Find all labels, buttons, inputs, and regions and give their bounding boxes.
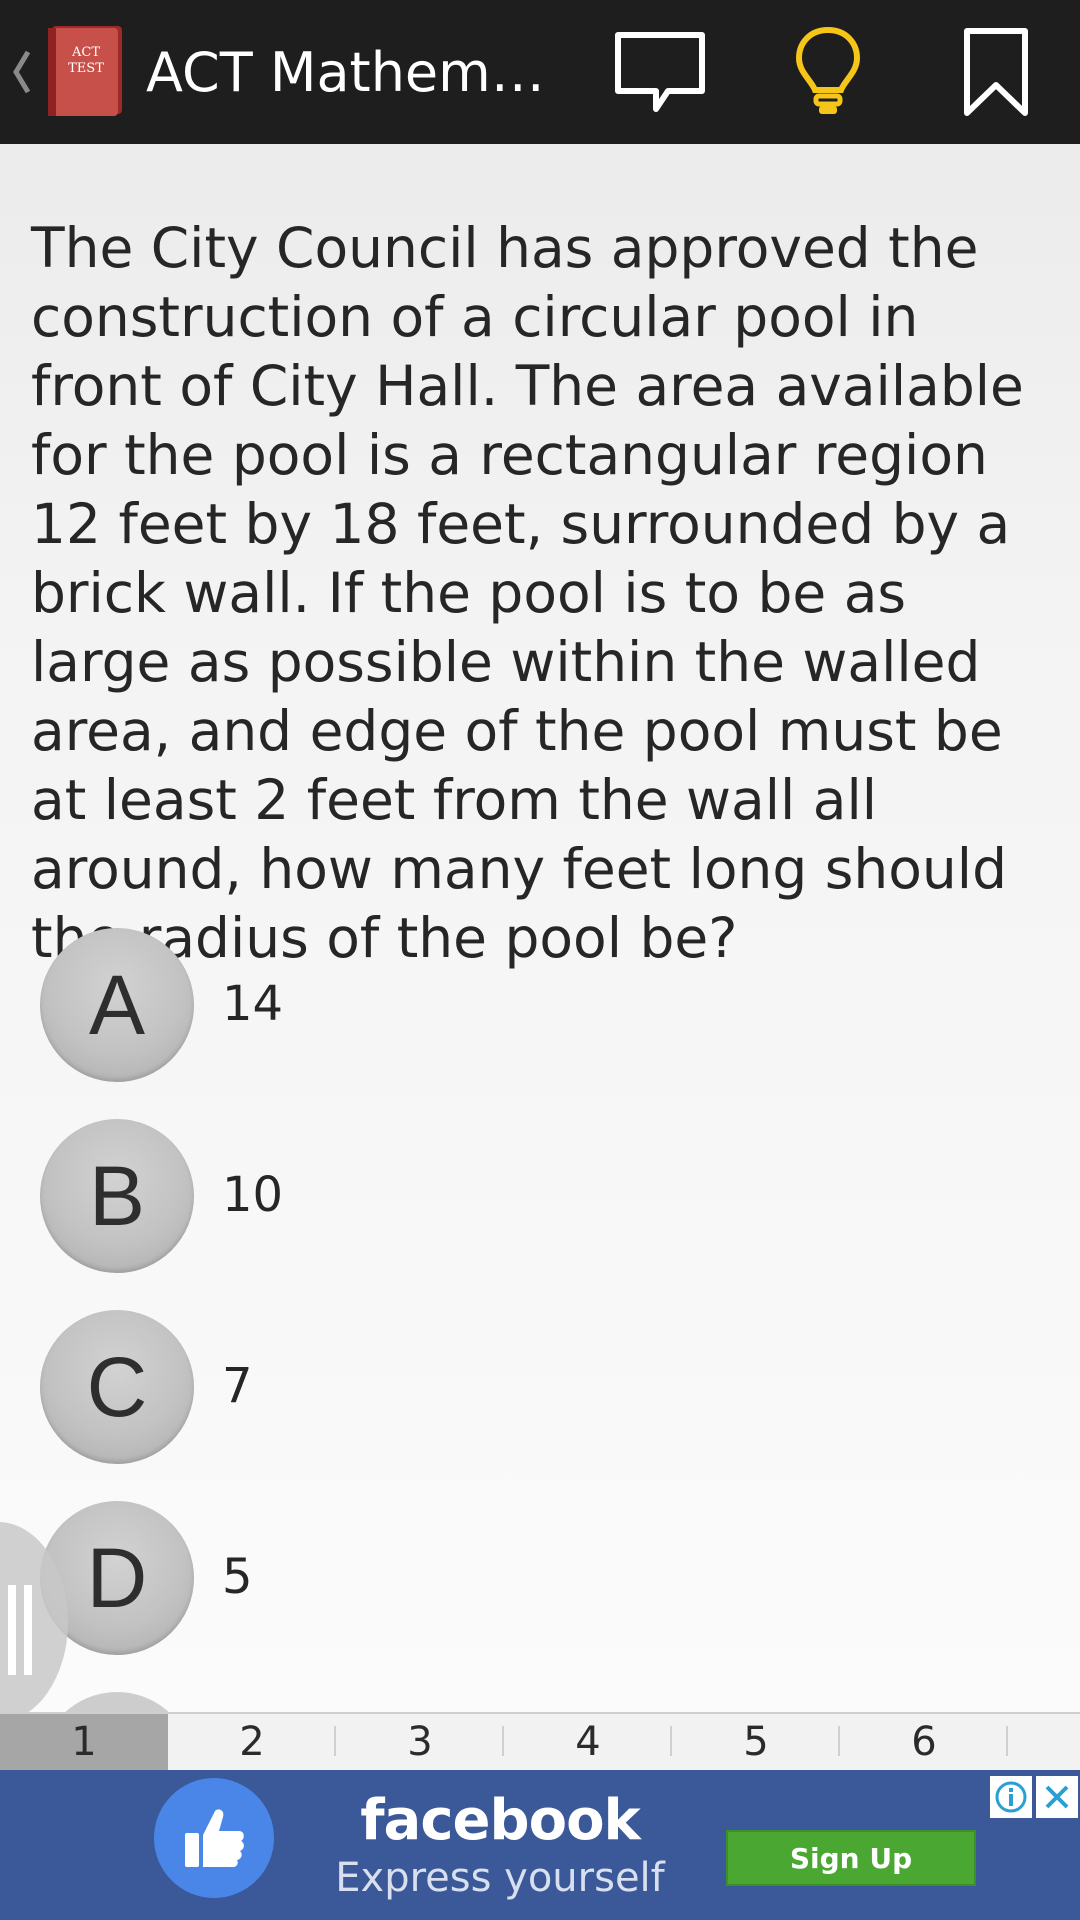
- option-value-b: 10: [222, 1167, 284, 1223]
- ad-close-button[interactable]: [1036, 1776, 1078, 1818]
- page-tab-5[interactable]: 5: [672, 1714, 840, 1770]
- option-value-a: 14: [222, 976, 284, 1032]
- ad-brand: facebook: [360, 1788, 641, 1853]
- page-tab-label: 6: [911, 1719, 937, 1765]
- ad-thumb[interactable]: [154, 1778, 274, 1898]
- option-c[interactable]: C 7: [40, 1310, 1040, 1464]
- bookmark-button[interactable]: [936, 0, 1056, 144]
- drawer-handle-icon[interactable]: [6, 1585, 36, 1675]
- option-b[interactable]: B 10: [40, 1119, 1040, 1273]
- app-logo[interactable]: ACT TEST: [46, 26, 124, 118]
- page-tab-2[interactable]: 2: [168, 1714, 336, 1770]
- ad-signup-button[interactable]: Sign Up: [726, 1830, 976, 1886]
- app-screen: ACT TEST ACT Mathemat... The City Counci…: [0, 0, 1080, 1920]
- option-letter-b[interactable]: B: [40, 1119, 194, 1273]
- option-a[interactable]: A 14: [40, 928, 1040, 1082]
- ad-banner[interactable]: facebook Express yourself Sign Up: [0, 1770, 1080, 1920]
- page-tab-label: 3: [407, 1719, 433, 1765]
- close-icon: [1045, 1785, 1069, 1809]
- thumbs-up-icon: [185, 1809, 244, 1867]
- option-d[interactable]: D 5: [40, 1501, 1040, 1655]
- comment-icon: [615, 32, 705, 112]
- page-tab-4[interactable]: 4: [504, 1714, 672, 1770]
- question-text: The City Council has approved the constr…: [31, 216, 1024, 970]
- question-pager: 1 2 3 4 5 6: [0, 1712, 1080, 1770]
- option-value-d: 5: [222, 1549, 253, 1605]
- ad-tagline: Express yourself: [335, 1855, 665, 1901]
- bookmark-icon: [964, 28, 1028, 116]
- hint-button[interactable]: [768, 0, 888, 144]
- divider: [1006, 1726, 1008, 1756]
- page-tab-label: 4: [575, 1719, 601, 1765]
- page-tab-1[interactable]: 1: [0, 1714, 168, 1770]
- lightbulb-icon: [795, 26, 861, 114]
- page-tab-label: 1: [71, 1719, 97, 1765]
- option-letter-c[interactable]: C: [40, 1310, 194, 1464]
- page-tab-label: 2: [239, 1719, 265, 1765]
- page-tab-3[interactable]: 3: [336, 1714, 504, 1770]
- app-logo-text-bottom: TEST: [68, 61, 104, 76]
- page-tab-label: 5: [743, 1719, 769, 1765]
- ad-info-button[interactable]: [990, 1776, 1032, 1818]
- back-caret-icon[interactable]: [10, 44, 34, 100]
- option-value-c: 7: [222, 1358, 253, 1414]
- app-logo-text-top: ACT: [71, 45, 100, 60]
- info-icon: [995, 1781, 1027, 1813]
- comment-button[interactable]: [600, 0, 720, 144]
- app-title: ACT Mathemat...: [146, 41, 546, 104]
- action-bar: ACT TEST ACT Mathemat...: [0, 0, 1080, 144]
- page-tab-6[interactable]: 6: [840, 1714, 1008, 1770]
- option-letter-a[interactable]: A: [40, 928, 194, 1082]
